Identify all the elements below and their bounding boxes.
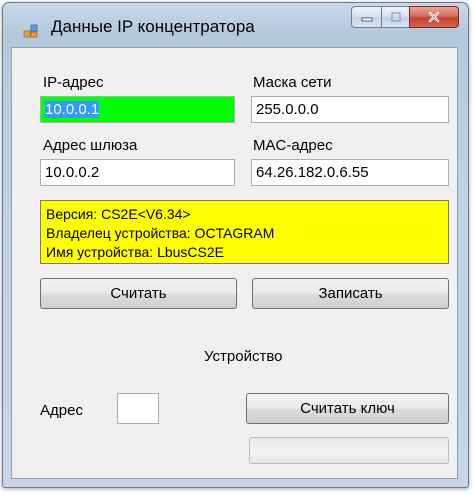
maximize-icon <box>390 12 401 22</box>
gateway-input[interactable]: 10.0.0.2 <box>40 159 235 186</box>
device-name-text: Имя устройства: LbusCS2E <box>46 244 224 260</box>
window-title: Данные IP концентратора <box>51 17 255 36</box>
read-key-button[interactable]: Считать ключ <box>246 393 449 424</box>
dialog-window: Данные IP концентратора IP-адрес 10.0.0.… <box>2 2 469 488</box>
minimize-button[interactable] <box>351 6 381 28</box>
client-area: IP-адрес 10.0.0.1 Маска сети 255.0.0.0 А… <box>11 47 458 479</box>
device-address-label: Адрес <box>40 402 83 419</box>
caption-buttons <box>351 6 459 28</box>
device-section-label: Устройство <box>204 348 283 365</box>
owner-text: Владелец устройства: OCTAGRAM <box>46 225 275 241</box>
mac-address-input[interactable]: 64.26.182.0.6.55 <box>251 159 449 186</box>
key-progress-bar <box>249 437 449 464</box>
app-icon <box>23 24 38 38</box>
close-icon <box>428 11 440 23</box>
gateway-label: Адрес шлюза <box>43 137 138 154</box>
close-button[interactable] <box>409 6 459 28</box>
device-info-box: Версия: CS2E<V6.34> Владелец устройства:… <box>40 200 449 264</box>
maximize-button[interactable] <box>381 6 409 28</box>
ip-address-label: IP-адрес <box>43 74 104 91</box>
title-bar[interactable]: Данные IP концентратора <box>3 3 468 47</box>
device-address-input[interactable] <box>117 393 159 424</box>
ip-address-value: 10.0.0.1 <box>45 101 100 118</box>
read-button[interactable]: Считать <box>40 278 237 309</box>
mac-address-label: MAC-адрес <box>253 137 333 154</box>
subnet-mask-label: Маска сети <box>253 74 332 91</box>
subnet-mask-input[interactable]: 255.0.0.0 <box>251 96 449 123</box>
minimize-icon <box>361 17 372 22</box>
write-button[interactable]: Записать <box>252 278 449 309</box>
ip-address-input[interactable]: 10.0.0.1 <box>40 96 235 123</box>
version-text: Версия: CS2E<V6.34> <box>46 206 191 222</box>
